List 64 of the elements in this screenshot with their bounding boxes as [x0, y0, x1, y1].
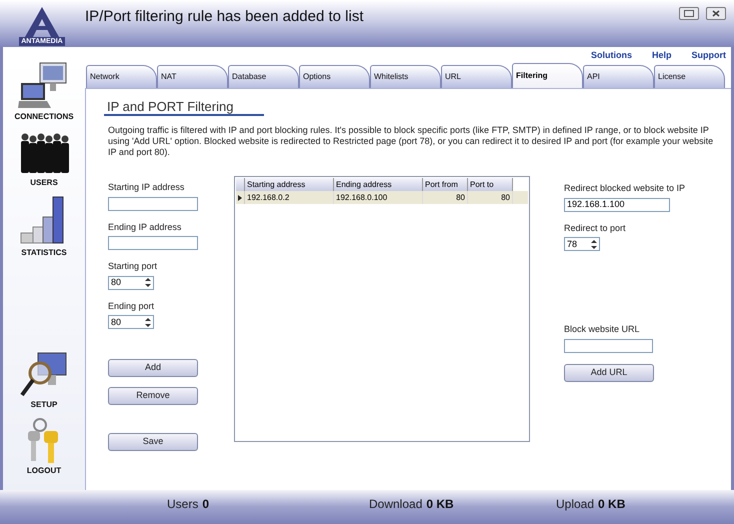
- field-label: Starting port: [108, 260, 158, 273]
- column-header[interactable]: Port from: [423, 178, 468, 191]
- status-value: 0: [202, 496, 210, 513]
- spin-field[interactable]: 78: [564, 237, 600, 251]
- spinner-arrows-icon[interactable]: [145, 278, 151, 287]
- window-icon: [684, 10, 694, 17]
- close-button[interactable]: [706, 7, 726, 20]
- close-icon: [712, 10, 720, 17]
- current-row-icon: [238, 194, 242, 200]
- action-button[interactable]: Add URL: [564, 364, 654, 382]
- status-value: 0 KB: [598, 496, 626, 513]
- tab[interactable]: Filtering: [512, 63, 583, 88]
- section-title: IP and PORT Filtering: [104, 100, 264, 116]
- tab[interactable]: URL: [441, 65, 512, 88]
- table-cell: 192.168.0.100: [334, 191, 423, 204]
- header-link[interactable]: Help: [652, 49, 672, 63]
- logo-icon: [25, 6, 59, 36]
- field-label: Ending IP address: [108, 220, 182, 234]
- table-row[interactable]: 192.168.0.2 192.168.0.100 80 80: [236, 191, 528, 204]
- status-label: Download: [369, 496, 422, 513]
- action-button[interactable]: Add: [108, 358, 198, 377]
- tab[interactable]: API: [583, 65, 654, 88]
- spin-field[interactable]: 80: [108, 315, 154, 329]
- action-button[interactable]: Remove: [108, 386, 198, 405]
- description: Outgoing traffic is filtered with IP and port blocking rules. It's possible to block specific ports (like FTP, SMTP) in defined IP range, or to block website IP using 'Add URL' option. Blocked website is redirected to Restricted page (port 78), or you can redirect it to desired IP and port (for example your website IP and port 80).: [108, 125, 714, 158]
- window-title: IP/Port filtering rule has been added to list: [85, 7, 364, 28]
- header-corner: [236, 178, 245, 191]
- sidebar-item[interactable]: LOGOUT: [6, 417, 82, 477]
- input-field[interactable]: [108, 196, 198, 210]
- tab[interactable]: Options: [299, 65, 370, 88]
- sidebar-item[interactable]: STATISTICS: [6, 195, 82, 259]
- tab[interactable]: Database: [228, 65, 299, 88]
- tab[interactable]: NAT: [157, 65, 228, 88]
- input-field[interactable]: 192.168.1.100: [564, 198, 670, 212]
- magnifier-monitor-icon: [20, 351, 68, 399]
- spinner-arrows-icon[interactable]: [591, 240, 597, 248]
- table-cell: 80: [423, 191, 468, 204]
- field-label: Starting IP address: [108, 181, 186, 194]
- status-label: Upload: [556, 496, 594, 513]
- spin-field[interactable]: 80: [108, 276, 154, 290]
- table-cell: 192.168.0.2: [245, 191, 334, 204]
- input-field[interactable]: [564, 338, 653, 352]
- field-label: Block website URL: [564, 323, 641, 336]
- sidebar-item[interactable]: USERS: [6, 129, 82, 189]
- field-label: Redirect blocked website to IP: [564, 182, 686, 195]
- spinner-arrows-icon[interactable]: [145, 318, 151, 326]
- tab[interactable]: Network: [86, 65, 157, 88]
- table-cell: 80: [468, 191, 513, 204]
- input-field[interactable]: [108, 236, 198, 250]
- status-label: Users: [167, 496, 198, 513]
- sidebar-item[interactable]: SETUP: [6, 351, 82, 411]
- column-header[interactable]: Starting address: [245, 178, 334, 191]
- tab[interactable]: Whitelists: [370, 65, 441, 88]
- restore-button[interactable]: [679, 7, 699, 20]
- header-link[interactable]: Solutions: [590, 49, 632, 63]
- field-label: Redirect to port: [564, 222, 627, 235]
- column-header[interactable]: Ending address: [334, 178, 423, 191]
- column-header[interactable]: Port to: [468, 178, 513, 191]
- tab[interactable]: License: [654, 65, 725, 88]
- header-link[interactable]: Support: [692, 49, 726, 63]
- sidebar-item[interactable]: CONNECTIONS: [6, 61, 82, 123]
- action-button[interactable]: Save: [108, 432, 198, 451]
- field-label: Ending port: [108, 300, 156, 313]
- status-value: 0 KB: [426, 496, 454, 513]
